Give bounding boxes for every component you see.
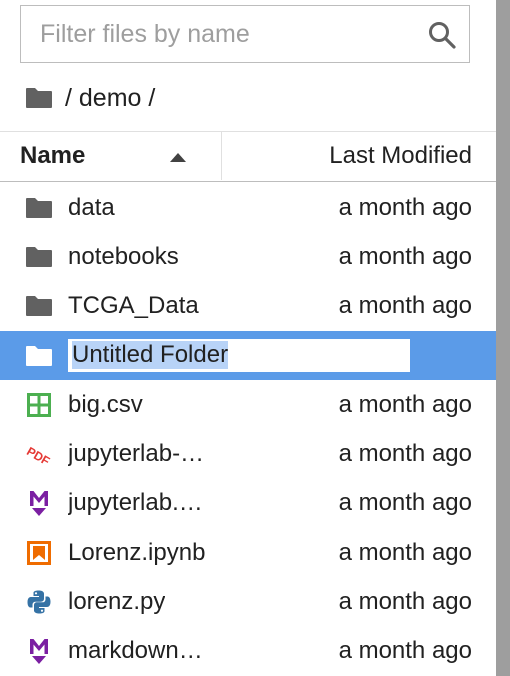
file-modified: a month ago <box>338 489 472 517</box>
breadcrumb-path[interactable]: / demo / <box>65 84 155 113</box>
file-modified: a month ago <box>338 292 472 320</box>
file-name: TCGA_Data <box>68 292 199 320</box>
scrollbar[interactable] <box>496 0 510 676</box>
search-icon[interactable] <box>427 20 457 50</box>
name-column-header[interactable]: Name <box>0 132 222 180</box>
file-row-big-csv[interactable]: big.csv a month ago <box>0 380 496 429</box>
breadcrumb: / demo / <box>25 82 155 114</box>
file-row-lorenz-py[interactable]: lorenz.py a month ago <box>0 577 496 626</box>
filter-input[interactable] <box>40 19 410 49</box>
filter-box <box>20 5 470 63</box>
folder-icon <box>25 292 53 320</box>
file-modified: a month ago <box>338 538 472 566</box>
file-row-markdown[interactable]: markdown… a month ago <box>0 627 496 676</box>
rename-input[interactable]: Untitled Folder <box>68 338 410 372</box>
markdown-icon <box>25 489 53 517</box>
file-modified: a month ago <box>338 242 472 270</box>
rename-input-value: Untitled Folder <box>72 341 229 370</box>
file-name: notebooks <box>68 242 179 270</box>
folder-icon <box>25 342 53 370</box>
folder-icon <box>25 243 53 271</box>
python-icon <box>25 588 53 616</box>
file-name: lorenz.py <box>68 588 166 616</box>
folder-icon <box>25 194 53 222</box>
markdown-icon <box>25 637 53 665</box>
name-column-label: Name <box>20 142 86 169</box>
file-row-data[interactable]: data a month ago <box>0 183 496 232</box>
svg-text:PDF: PDF <box>25 444 52 467</box>
sort-ascending-icon <box>170 153 186 162</box>
pdf-icon: PDF <box>25 440 53 468</box>
file-modified: a month ago <box>338 637 472 665</box>
modified-column-label: Last Modified <box>329 142 472 169</box>
file-name: jupyterlab.… <box>68 489 203 517</box>
file-row-jupyterlab-pdf[interactable]: PDF jupyterlab-… a month ago <box>0 429 496 478</box>
file-modified: a month ago <box>338 440 472 468</box>
file-row-tcga-data[interactable]: TCGA_Data a month ago <box>0 282 496 331</box>
notebook-icon <box>25 539 53 567</box>
file-name: Lorenz.ipynb <box>68 538 206 566</box>
file-list: data a month ago notebooks a month ago T… <box>0 183 496 676</box>
file-name: jupyterlab-… <box>68 440 205 468</box>
file-name: big.csv <box>68 390 143 418</box>
file-modified: a month ago <box>338 193 472 221</box>
file-name: markdown… <box>68 637 203 665</box>
file-list-header: Name Last Modified <box>0 131 496 182</box>
file-row-notebooks[interactable]: notebooks a month ago <box>0 232 496 281</box>
file-modified: a month ago <box>338 588 472 616</box>
file-row-lorenz-ipynb[interactable]: Lorenz.ipynb a month ago <box>0 528 496 577</box>
file-row-untitled-folder[interactable]: Untitled Folder <box>0 330 496 381</box>
file-row-jupyterlab-md[interactable]: jupyterlab.… a month ago <box>0 479 496 528</box>
file-modified: a month ago <box>338 390 472 418</box>
modified-column-header[interactable]: Last Modified <box>222 132 472 180</box>
file-name: data <box>68 193 115 221</box>
file-browser-panel: / demo / Name Last Modified data a month… <box>0 0 496 676</box>
spreadsheet-icon <box>25 391 53 419</box>
home-folder-icon[interactable] <box>25 87 53 109</box>
